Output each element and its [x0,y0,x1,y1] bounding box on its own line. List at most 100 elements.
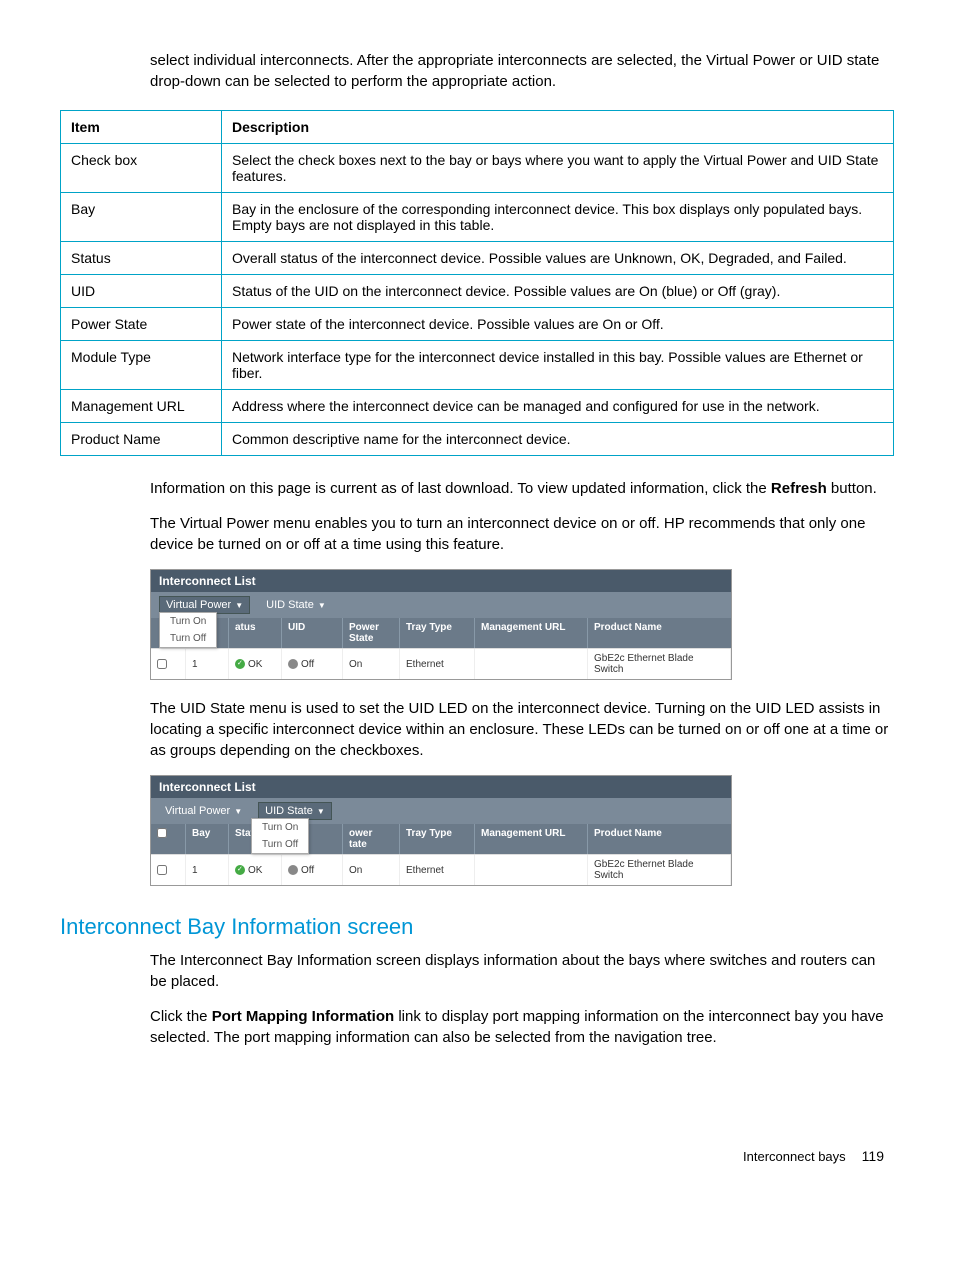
label: UID State [266,599,314,611]
row-power: On [343,855,400,885]
cell-description: Network interface type for the interconn… [222,341,894,390]
table-row: BayBay in the enclosure of the correspon… [61,193,894,242]
row-mgmt [475,649,588,679]
row-mgmt [475,855,588,885]
page-number: 119 [862,1148,884,1164]
row-tray: Ethernet [400,649,475,679]
label: UID State [265,805,313,817]
table-row: Power StatePower state of the interconne… [61,308,894,341]
row-status: OK [229,649,282,679]
text: button. [827,480,877,497]
turn-off-item[interactable]: Turn Off [252,836,308,853]
cell-item: Product Name [61,423,222,456]
row-power: On [343,649,400,679]
text: Information on this page is current as o… [150,480,771,497]
table-row: 1 OK Off On Ethernet GbE2c Ethernet Blad… [151,854,731,885]
text: Click the [150,1008,212,1025]
col-power-frag: owertate [343,824,400,854]
uid-off-icon [288,659,298,669]
cell-description: Address where the interconnect device ca… [222,390,894,423]
col-prod: Product Name [588,824,731,854]
table-row: 1 OK Off On Ethernet GbE2c Ethernet Blad… [151,648,731,679]
table-row: UIDStatus of the UID on the interconnect… [61,275,894,308]
virtual-power-dropdown: Turn On Turn Off [159,612,217,648]
virtual-power-menu[interactable]: Virtual Power ▼ [159,802,248,820]
table-row: Management URLAddress where the intercon… [61,390,894,423]
turn-on-item[interactable]: Turn On [160,613,216,630]
footer-label: Interconnect bays [743,1149,846,1164]
th-description: Description [222,111,894,144]
table-row: Product NameCommon descriptive name for … [61,423,894,456]
section-heading: Interconnect Bay Information screen [60,914,894,940]
virtual-power-paragraph: The Virtual Power menu enables you to tu… [60,513,894,555]
th-item: Item [61,111,222,144]
refresh-paragraph: Information on this page is current as o… [60,478,894,499]
grid-header: Bay Status owertate Tray Type Management… [151,824,731,854]
cell-description: Overall status of the interconnect devic… [222,242,894,275]
uid-state-paragraph: The UID State menu is used to set the UI… [60,698,894,761]
intro-paragraph: select individual interconnects. After t… [60,50,894,92]
chevron-down-icon: ▼ [234,807,242,816]
col-bay: Bay [186,824,229,854]
cell-item: Check box [61,144,222,193]
footer: Interconnect bays 119 [60,1148,894,1164]
grid-header: atus UID Power State Tray Type Managemen… [151,618,731,648]
col-status: atus [229,618,282,648]
cell-item: Management URL [61,390,222,423]
label: Virtual Power [165,805,230,817]
row-tray: Ethernet [400,855,475,885]
cell-description: Power state of the interconnect device. … [222,308,894,341]
table-row: Module TypeNetwork interface type for th… [61,341,894,390]
col-uid: UID [282,618,343,648]
col-mgmt: Management URL [475,824,588,854]
bay-info-paragraph: The Interconnect Bay Information screen … [60,950,894,992]
table-row: Check boxSelect the check boxes next to … [61,144,894,193]
col-power: Power State [343,618,400,648]
row-prod: GbE2c Ethernet Blade Switch [588,649,731,679]
interconnect-panel-uid: Interconnect List Virtual Power ▼ UID St… [150,775,732,886]
row-bay[interactable]: 1 [186,649,229,679]
uid-off-icon [288,865,298,875]
cell-description: Bay in the enclosure of the correspondin… [222,193,894,242]
cell-item: Power State [61,308,222,341]
pmi-bold: Port Mapping Information [212,1008,394,1025]
col-prod: Product Name [588,618,731,648]
panel-title: Interconnect List [151,776,731,798]
cell-description: Select the check boxes next to the bay o… [222,144,894,193]
col-tray: Tray Type [400,824,475,854]
row-prod: GbE2c Ethernet Blade Switch [588,855,731,885]
cell-item: Bay [61,193,222,242]
menu-bar: Virtual Power ▼ UID State ▼ [151,798,731,824]
ok-icon [235,659,245,669]
turn-off-item[interactable]: Turn Off [160,630,216,647]
menu-bar: Virtual Power ▼ UID State ▼ [151,592,731,618]
row-bay[interactable]: 1 [186,855,229,885]
row-checkbox[interactable] [151,855,186,885]
interconnect-panel-vp: Interconnect List Virtual Power ▼ UID St… [150,569,732,680]
panel-title: Interconnect List [151,570,731,592]
cell-description: Status of the UID on the interconnect de… [222,275,894,308]
refresh-bold: Refresh [771,480,827,497]
uid-state-menu[interactable]: UID State ▼ [260,596,332,614]
cell-item: Module Type [61,341,222,390]
uid-state-dropdown: Turn On Turn Off [251,818,309,854]
chevron-down-icon: ▼ [318,601,326,610]
cell-item: Status [61,242,222,275]
col-mgmt: Management URL [475,618,588,648]
chevron-down-icon: ▼ [317,807,325,816]
col-tray: Tray Type [400,618,475,648]
row-uid: Off [282,855,343,885]
row-uid: Off [282,649,343,679]
cell-item: UID [61,275,222,308]
table-row: StatusOverall status of the interconnect… [61,242,894,275]
label: Virtual Power [166,599,231,611]
row-checkbox[interactable] [151,649,186,679]
cell-description: Common descriptive name for the intercon… [222,423,894,456]
col-check[interactable] [151,824,186,854]
row-status: OK [229,855,282,885]
item-description-table: Item Description Check boxSelect the che… [60,110,894,456]
turn-on-item[interactable]: Turn On [252,819,308,836]
pmi-paragraph: Click the Port Mapping Information link … [60,1006,894,1048]
ok-icon [235,865,245,875]
chevron-down-icon: ▼ [235,601,243,610]
